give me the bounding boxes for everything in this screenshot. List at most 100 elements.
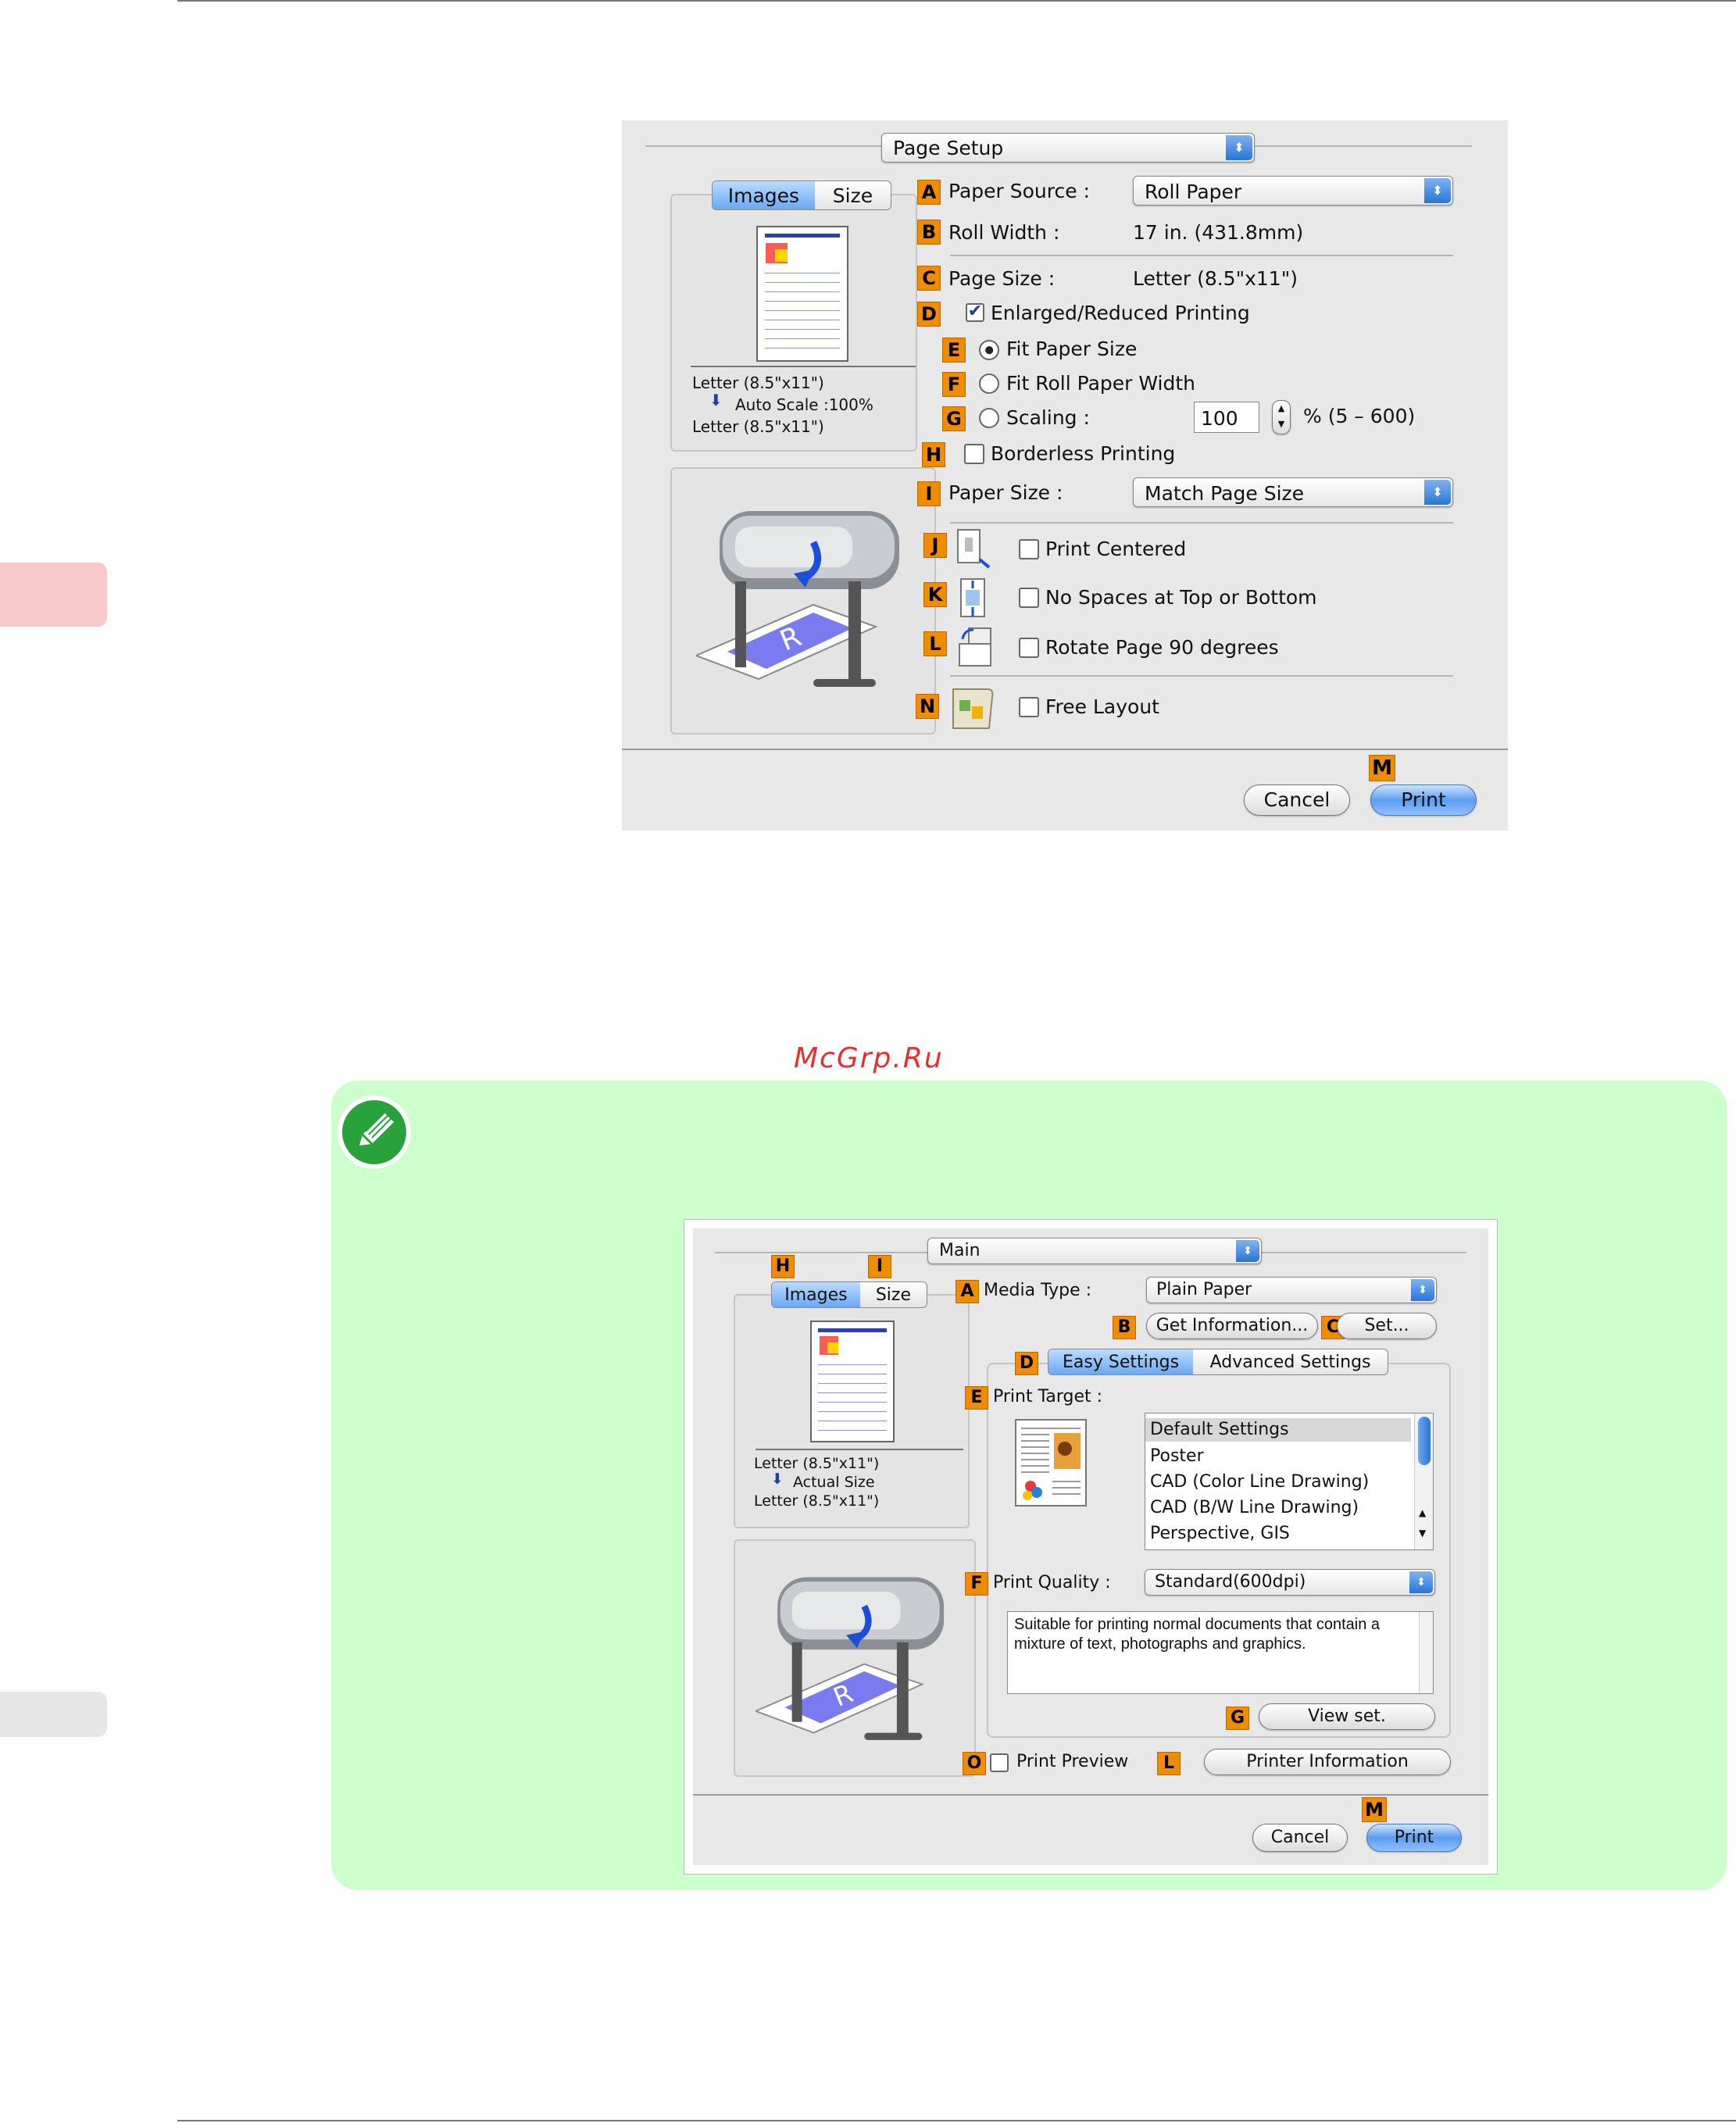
scaling-input[interactable]: 100	[1194, 402, 1259, 433]
get-information-button[interactable]: Get Information...	[1146, 1313, 1318, 1339]
no-spaces-checkbox[interactable]	[1019, 588, 1039, 608]
print-target-item[interactable]: CAD (Color Line Drawing)	[1150, 1471, 1369, 1494]
main-preview-caption-output: Letter (8.5"x11")	[754, 1492, 880, 1510]
top-page-rule	[177, 0, 1736, 2]
watermark: McGrp.Ru	[794, 1042, 944, 1074]
print-quality-label: Print Quality :	[993, 1573, 1111, 1592]
description-box: Suitable for printing normal documents t…	[1007, 1611, 1434, 1694]
scroll-thumb[interactable]	[1418, 1417, 1431, 1465]
settings-tabs[interactable]: Easy Settings Advanced Settings	[1048, 1349, 1388, 1375]
tab-size[interactable]: Size	[815, 181, 891, 209]
callout-i: I	[917, 481, 941, 506]
print-target-list[interactable]: Default Settings Poster CAD (Color Line …	[1145, 1413, 1434, 1550]
fit-roll-label: Fit Roll Paper Width	[1006, 372, 1196, 395]
print-target-item[interactable]: Poster	[1150, 1445, 1204, 1468]
cancel-button[interactable]: Cancel	[1244, 785, 1350, 816]
paper-size-popup[interactable]: Match Page Size ⬍	[1133, 477, 1453, 507]
page-size-label: Page Size :	[948, 267, 1056, 290]
print-target-item[interactable]: Perspective, GIS	[1150, 1522, 1290, 1546]
tab-images[interactable]: Images	[713, 181, 815, 209]
fit-paper-radio[interactable]	[979, 340, 999, 360]
main-down-arrow-icon: ⬇	[771, 1471, 784, 1488]
main-title-popup[interactable]: Main ⬍	[927, 1238, 1262, 1264]
chapter-tab-gray	[0, 1692, 107, 1737]
chapter-tab-red	[0, 563, 107, 627]
callout-n: N	[916, 694, 939, 719]
media-type-label: Media Type :	[984, 1281, 1092, 1300]
print-target-label: Print Target :	[993, 1387, 1103, 1406]
scaling-radio[interactable]	[979, 408, 999, 428]
rotate-label: Rotate Page 90 degrees	[1045, 636, 1279, 659]
down-arrow-icon: ⬇	[709, 391, 723, 409]
page-setup-dialog: Page Setup ⬍ Images Size Letter (8.5"x11…	[622, 120, 1508, 831]
callout-j: J	[923, 533, 947, 558]
callout-k: K	[923, 582, 947, 607]
callout-e: E	[942, 338, 966, 363]
paper-source-popup[interactable]: Roll Paper ⬍	[1133, 176, 1453, 206]
paper-source-label: Paper Source :	[948, 180, 1090, 202]
media-type-popup[interactable]: Plain Paper ⬍	[1146, 1277, 1437, 1303]
scroll-down-icon[interactable]: ▼	[1419, 1528, 1426, 1539]
no-spaces-label: No Spaces at Top or Bottom	[1045, 586, 1317, 609]
callout-l-main: L	[1157, 1752, 1181, 1775]
callout-d-main: D	[1015, 1352, 1038, 1375]
set-button[interactable]: Set...	[1337, 1313, 1437, 1339]
page-size-value: Letter (8.5"x11")	[1133, 267, 1298, 290]
print-button[interactable]: Print	[1370, 785, 1477, 816]
print-target-item[interactable]: Default Settings	[1145, 1418, 1411, 1442]
print-centered-icon	[957, 529, 991, 569]
chevron-updown-icon: ⬍	[1409, 1571, 1433, 1593]
callout-m-main: M	[1362, 1797, 1387, 1822]
print-target-item[interactable]: CAD (B/W Line Drawing)	[1150, 1496, 1359, 1520]
callout-f-main: F	[965, 1572, 988, 1596]
roll-width-label: Roll Width :	[948, 221, 1060, 244]
paper-size-label: Paper Size :	[948, 481, 1063, 504]
tab-easy-settings[interactable]: Easy Settings	[1048, 1349, 1194, 1374]
main-printer-illustration: R	[755, 1577, 945, 1740]
borderless-label: Borderless Printing	[991, 442, 1176, 465]
enlarged-checkbox[interactable]: ✔	[966, 303, 984, 322]
tab-advanced-settings[interactable]: Advanced Settings	[1193, 1349, 1388, 1374]
callout-h: H	[922, 442, 945, 467]
scaling-range: % (5 – 600)	[1303, 405, 1416, 427]
pencil-note-icon	[338, 1095, 411, 1169]
main-preview-tabs[interactable]: Images Size	[771, 1281, 927, 1308]
enlarged-label: Enlarged/Reduced Printing	[991, 302, 1250, 324]
view-set-button[interactable]: View set.	[1259, 1703, 1435, 1730]
main-print-button[interactable]: Print	[1366, 1824, 1462, 1852]
scaling-label: Scaling :	[1006, 406, 1090, 429]
printer-information-button[interactable]: Printer Information	[1204, 1749, 1451, 1775]
tab-size-main[interactable]: Size	[860, 1282, 927, 1307]
main-preview-caption-source: Letter (8.5"x11")	[754, 1455, 880, 1472]
scroll-up-icon[interactable]: ▲	[1419, 1507, 1426, 1518]
bottom-page-rule	[177, 2120, 1736, 2121]
borderless-checkbox[interactable]	[964, 444, 984, 464]
rotate-page-icon	[959, 627, 991, 667]
list-scrollbar[interactable]: ▲ ▼	[1414, 1414, 1433, 1549]
callout-o-main: O	[963, 1752, 986, 1775]
callout-g: G	[942, 406, 966, 431]
main-page-thumbnail	[810, 1321, 895, 1442]
page-setup-title-popup[interactable]: Page Setup ⬍	[881, 133, 1255, 163]
free-layout-label: Free Layout	[1045, 695, 1159, 718]
callout-d: D	[917, 302, 941, 327]
callout-g-main: G	[1226, 1707, 1249, 1730]
scaling-stepper[interactable]: ▲ ▼	[1272, 400, 1291, 434]
rotate-checkbox[interactable]	[1019, 638, 1039, 658]
callout-h-main: H	[771, 1255, 795, 1278]
print-target-preview-icon	[1015, 1419, 1087, 1506]
print-centered-checkbox[interactable]	[1019, 539, 1039, 559]
fit-roll-radio[interactable]	[979, 373, 999, 394]
callout-a: A	[917, 180, 941, 205]
page-thumbnail	[756, 226, 848, 362]
chevron-updown-icon: ⬍	[1226, 135, 1252, 160]
tab-images-main[interactable]: Images	[772, 1282, 860, 1307]
chevron-updown-icon: ⬍	[1424, 178, 1451, 203]
print-preview-checkbox[interactable]	[990, 1753, 1009, 1772]
main-cancel-button[interactable]: Cancel	[1252, 1824, 1348, 1852]
preview-tabs[interactable]: Images Size	[712, 180, 891, 210]
print-quality-popup[interactable]: Standard(600dpi) ⬍	[1145, 1569, 1435, 1596]
callout-e-main: E	[965, 1386, 988, 1410]
free-layout-checkbox[interactable]	[1019, 697, 1039, 717]
callout-m: M	[1369, 755, 1395, 781]
